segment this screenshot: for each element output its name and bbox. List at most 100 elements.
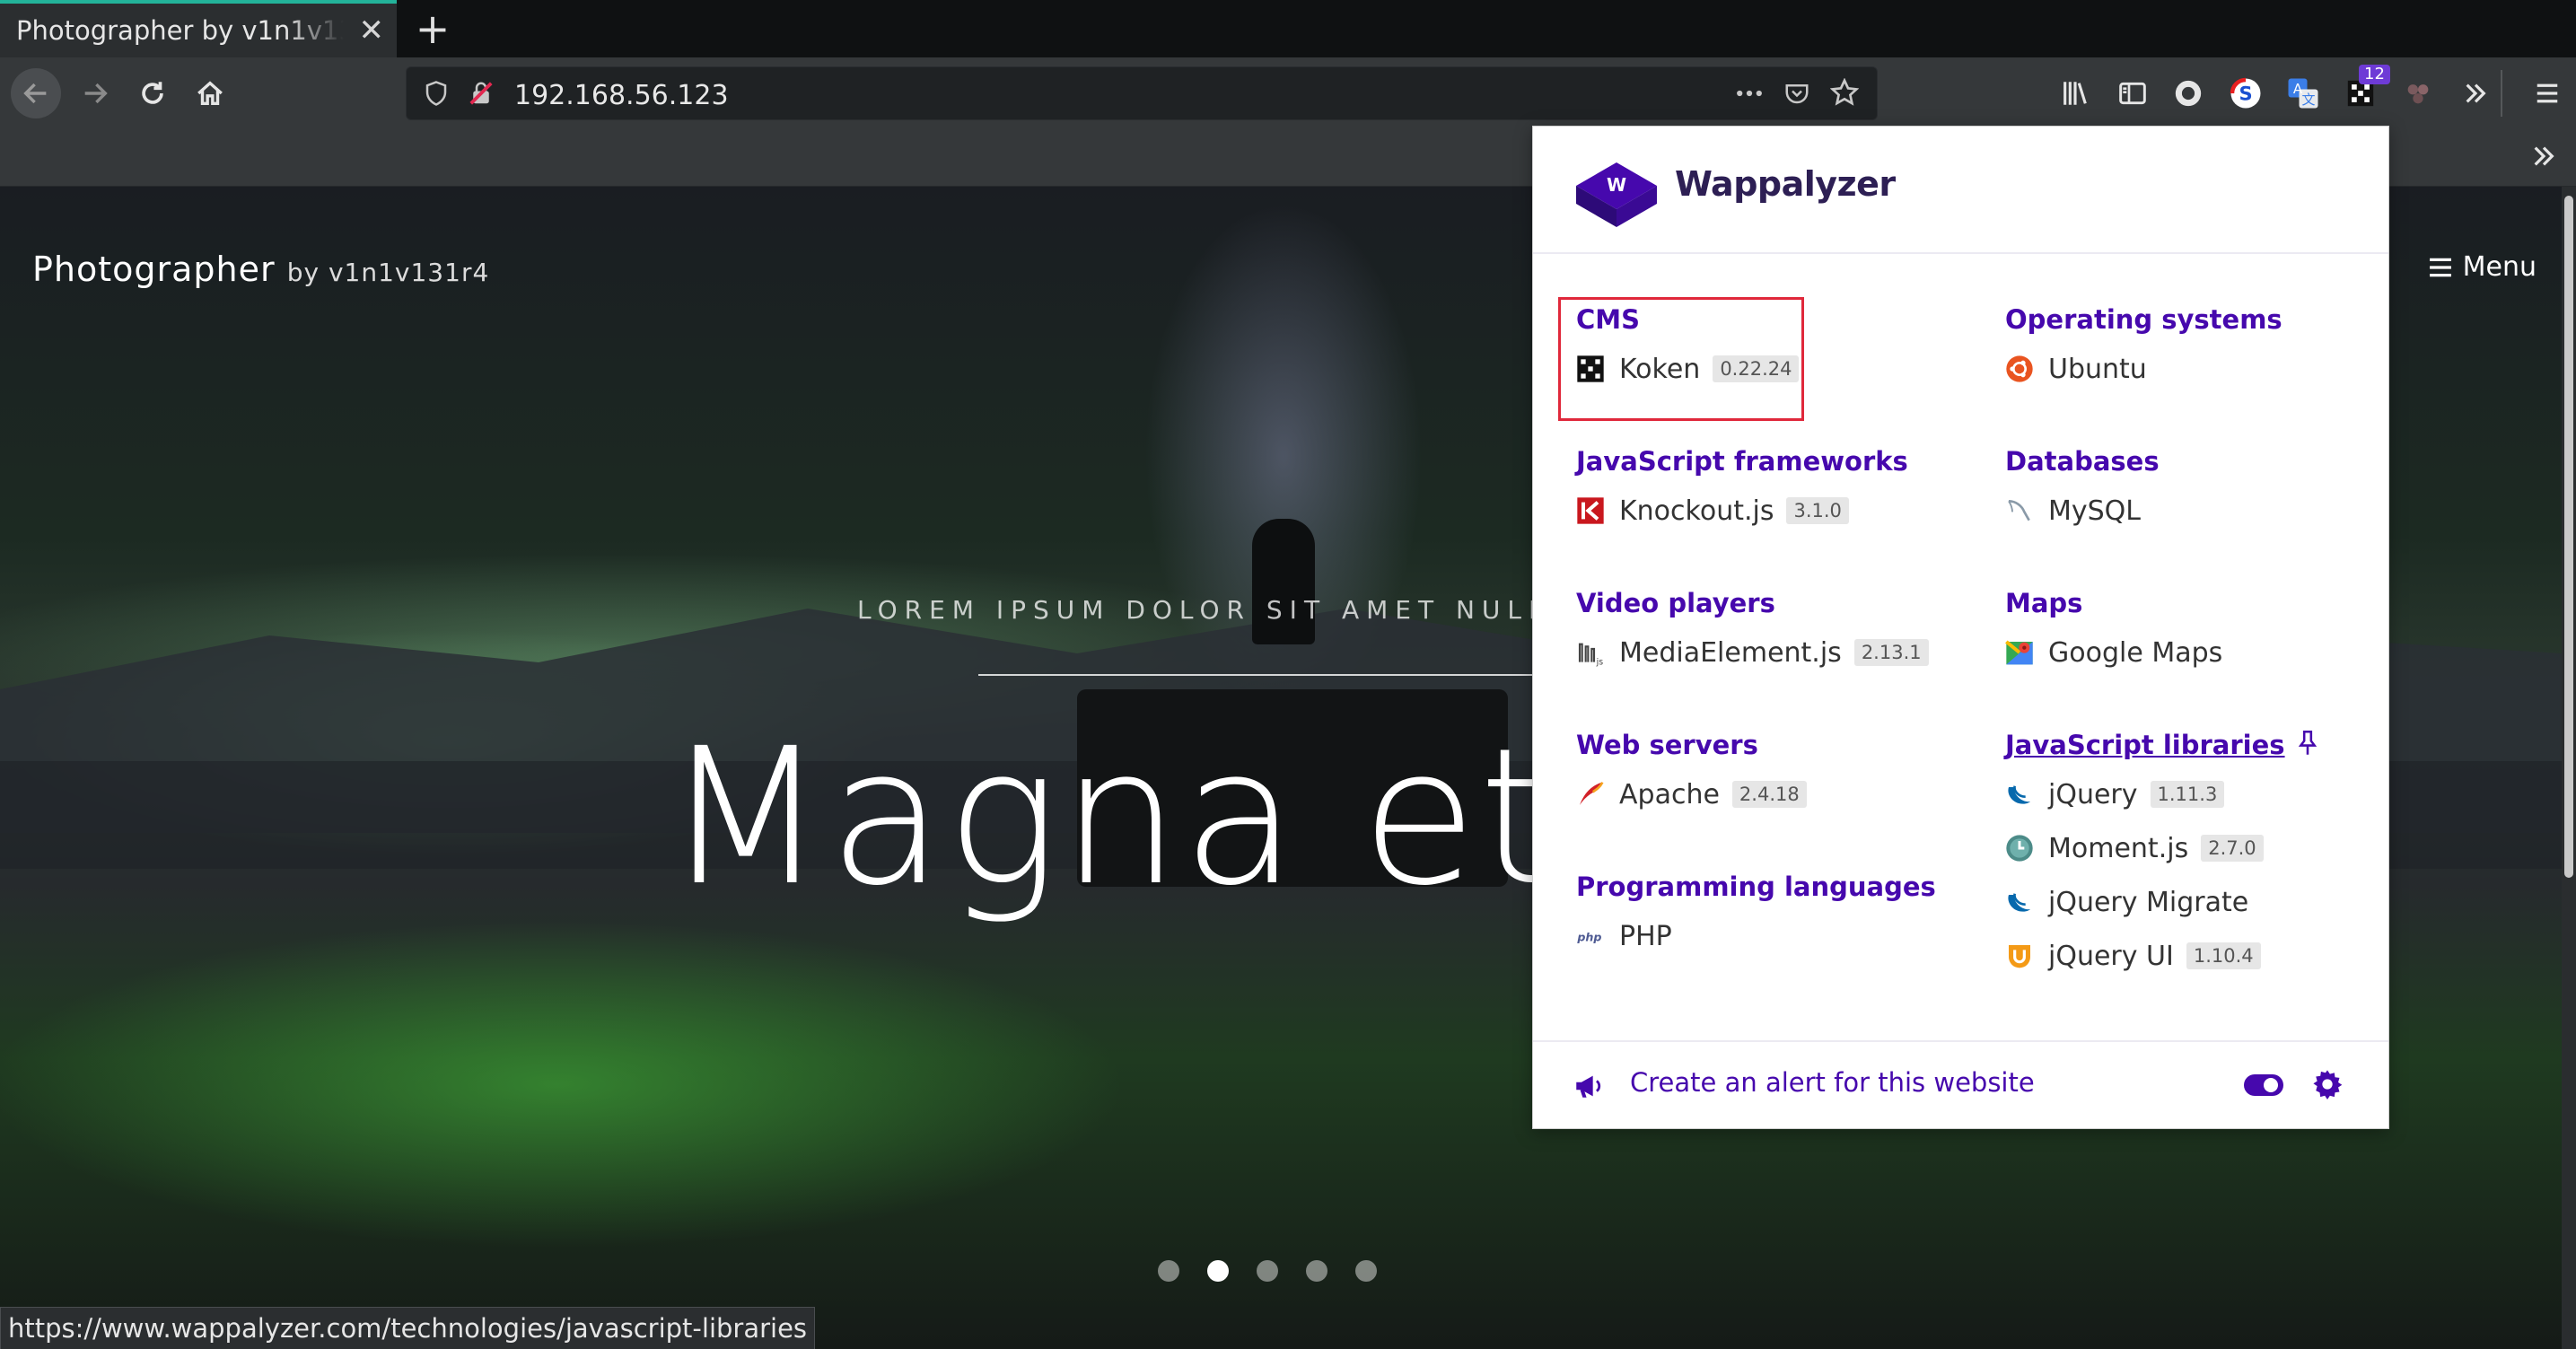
category-title[interactable]: Databases bbox=[2005, 439, 2400, 484]
pocket-icon[interactable] bbox=[1783, 80, 1810, 110]
technology-item[interactable]: js MediaElement.js 2.13.1 bbox=[1576, 626, 1971, 679]
tab-strip: Photographer by v1n1v131r4 ✕ + bbox=[0, 0, 2576, 57]
technology-name: Moment.js bbox=[2048, 832, 2189, 864]
category-cms: CMS Koken 0.22.24 bbox=[1576, 297, 1971, 439]
technology-item[interactable]: Moment.js 2.7.0 bbox=[2005, 821, 2400, 875]
menu-icon[interactable] bbox=[2522, 68, 2572, 118]
category-title-text: CMS bbox=[1576, 304, 1641, 335]
close-tab-icon[interactable]: ✕ bbox=[359, 13, 385, 48]
jquery-icon bbox=[2005, 780, 2034, 809]
page-actions-icon[interactable] bbox=[1733, 80, 1766, 110]
hero-title: Magna et bbox=[664, 707, 1555, 927]
koken-icon bbox=[1576, 355, 1605, 383]
megaphone-icon[interactable] bbox=[1573, 1071, 1603, 1105]
address-bar[interactable]: 192.168.56.123 bbox=[406, 66, 1878, 120]
technology-name: Google Maps bbox=[2048, 636, 2223, 669]
mediaelement-icon: js bbox=[1576, 638, 1605, 667]
category-title[interactable]: Maps bbox=[2005, 581, 2400, 626]
wappalyzer-popup: W Wappalyzer CMS Koken 0.22.24 JavaScript f… bbox=[1532, 126, 2389, 1129]
technology-item[interactable]: jQuery Migrate bbox=[2005, 875, 2400, 929]
technology-item[interactable]: php PHP bbox=[1576, 909, 1971, 963]
category-title[interactable]: Operating systems bbox=[2005, 297, 2400, 342]
library-icon[interactable] bbox=[2050, 68, 2100, 118]
carousel-dot[interactable] bbox=[1207, 1260, 1229, 1282]
technology-item[interactable]: Google Maps bbox=[2005, 626, 2400, 679]
category-maps: Maps Google Maps bbox=[2005, 581, 2400, 723]
site-menu-button[interactable]: Menu bbox=[2429, 251, 2537, 283]
technology-item[interactable]: Ubuntu bbox=[2005, 342, 2400, 396]
extension-s-icon[interactable]: S bbox=[2221, 68, 2271, 118]
carousel-dot[interactable] bbox=[1355, 1260, 1377, 1282]
forward-icon[interactable] bbox=[70, 68, 120, 118]
carousel-dot[interactable] bbox=[1306, 1260, 1327, 1282]
technology-item[interactable]: Knockout.js 3.1.0 bbox=[1576, 484, 1971, 538]
hero-subtitle: LOREM IPSUM DOLOR SIT AMET NULLAM bbox=[857, 595, 1604, 625]
sidebar-icon[interactable] bbox=[2107, 68, 2158, 118]
hamburger-icon bbox=[2429, 258, 2451, 276]
category-title[interactable]: Programming languages bbox=[1576, 864, 1971, 909]
technology-name: Ubuntu bbox=[2048, 353, 2147, 385]
reload-icon[interactable] bbox=[127, 68, 178, 118]
extension-paw-icon[interactable] bbox=[2393, 68, 2443, 118]
category-title[interactable]: Web servers bbox=[1576, 723, 1971, 767]
settings-gear-icon[interactable] bbox=[2312, 1069, 2343, 1103]
bookmarks-overflow-icon[interactable] bbox=[2529, 142, 2558, 174]
page-scrollbar[interactable] bbox=[2562, 187, 2576, 1349]
version-badge: 1.11.3 bbox=[2150, 781, 2225, 808]
carousel-dots bbox=[1158, 1260, 1377, 1282]
category-title[interactable]: JavaScript libraries bbox=[2005, 723, 2400, 767]
svg-text:W: W bbox=[1607, 174, 1626, 196]
technology-item[interactable]: Koken 0.22.24 bbox=[1576, 342, 1971, 396]
category-databases: Databases MySQL bbox=[2005, 439, 2400, 581]
tab-title: Photographer by v1n1v131r4 bbox=[16, 15, 344, 46]
site-title[interactable]: Photographer by v1n1v131r4 bbox=[32, 250, 489, 289]
technology-name: jQuery UI bbox=[2048, 940, 2174, 972]
technology-item[interactable]: jQuery UI 1.10.4 bbox=[2005, 929, 2400, 983]
carousel-dot[interactable] bbox=[1158, 1260, 1179, 1282]
new-tab-button[interactable]: + bbox=[415, 4, 451, 54]
bookmark-star-icon[interactable] bbox=[1829, 77, 1860, 110]
pin-icon[interactable] bbox=[2298, 724, 2318, 769]
shield-icon[interactable] bbox=[423, 80, 450, 110]
technology-name: jQuery bbox=[2048, 778, 2138, 810]
theme-toggle[interactable] bbox=[2244, 1074, 2283, 1096]
technology-name: MySQL bbox=[2048, 495, 2142, 527]
category-operating-systems: Operating systems Ubuntu bbox=[2005, 297, 2400, 439]
category-video-players: Video players js MediaElement.js 2.13.1 bbox=[1576, 581, 1971, 723]
create-alert-link[interactable]: Create an alert for this website bbox=[1630, 1067, 2035, 1098]
overflow-icon[interactable] bbox=[2450, 68, 2501, 118]
carousel-dot[interactable] bbox=[1257, 1260, 1278, 1282]
category-title[interactable]: JavaScript frameworks bbox=[1576, 439, 1971, 484]
technology-item[interactable]: Apache 2.4.18 bbox=[1576, 767, 1971, 821]
jquery-ui-icon bbox=[2005, 942, 2034, 970]
technology-name: Koken bbox=[1619, 353, 1701, 385]
category-title[interactable]: Video players bbox=[1576, 581, 1971, 626]
insecure-lock-icon[interactable] bbox=[468, 80, 495, 110]
category-title-text: Web servers bbox=[1576, 730, 1758, 760]
browser-tab[interactable]: Photographer by v1n1v131r4 ✕ bbox=[0, 0, 397, 57]
technology-item[interactable]: jQuery 1.11.3 bbox=[2005, 767, 2400, 821]
version-badge: 2.7.0 bbox=[2201, 835, 2264, 862]
category-web-servers: Web servers Apache 2.4.18 bbox=[1576, 723, 1971, 864]
category-title[interactable]: CMS bbox=[1576, 297, 1971, 342]
silhouette-person bbox=[1252, 519, 1315, 644]
version-badge: 3.1.0 bbox=[1786, 497, 1849, 524]
technology-name: Knockout.js bbox=[1619, 495, 1774, 527]
back-icon[interactable] bbox=[11, 68, 61, 118]
translate-icon[interactable]: A文 bbox=[2278, 68, 2328, 118]
right-category-column: Operating systems Ubuntu Databases MySQL Map… bbox=[2005, 297, 2400, 986]
category-title-text: Programming languages bbox=[1576, 872, 1936, 902]
scrollbar-thumb[interactable] bbox=[2564, 196, 2573, 878]
version-badge: 0.22.24 bbox=[1713, 355, 1800, 382]
wappalyzer-icon[interactable]: 12 bbox=[2335, 65, 2390, 118]
category-title-text: Video players bbox=[1576, 588, 1775, 618]
version-badge: 2.13.1 bbox=[1853, 639, 1929, 666]
home-icon[interactable] bbox=[185, 68, 235, 118]
technology-item[interactable]: MySQL bbox=[2005, 484, 2400, 538]
mysql-dolphin-icon bbox=[2005, 496, 2034, 525]
url-text[interactable]: 192.168.56.123 bbox=[514, 80, 729, 111]
category-title-text: Operating systems bbox=[2005, 304, 2282, 335]
technology-name: MediaElement.js bbox=[1619, 636, 1842, 669]
category-title-text: Maps bbox=[2005, 588, 2083, 618]
extension-circle-icon[interactable] bbox=[2163, 68, 2213, 118]
